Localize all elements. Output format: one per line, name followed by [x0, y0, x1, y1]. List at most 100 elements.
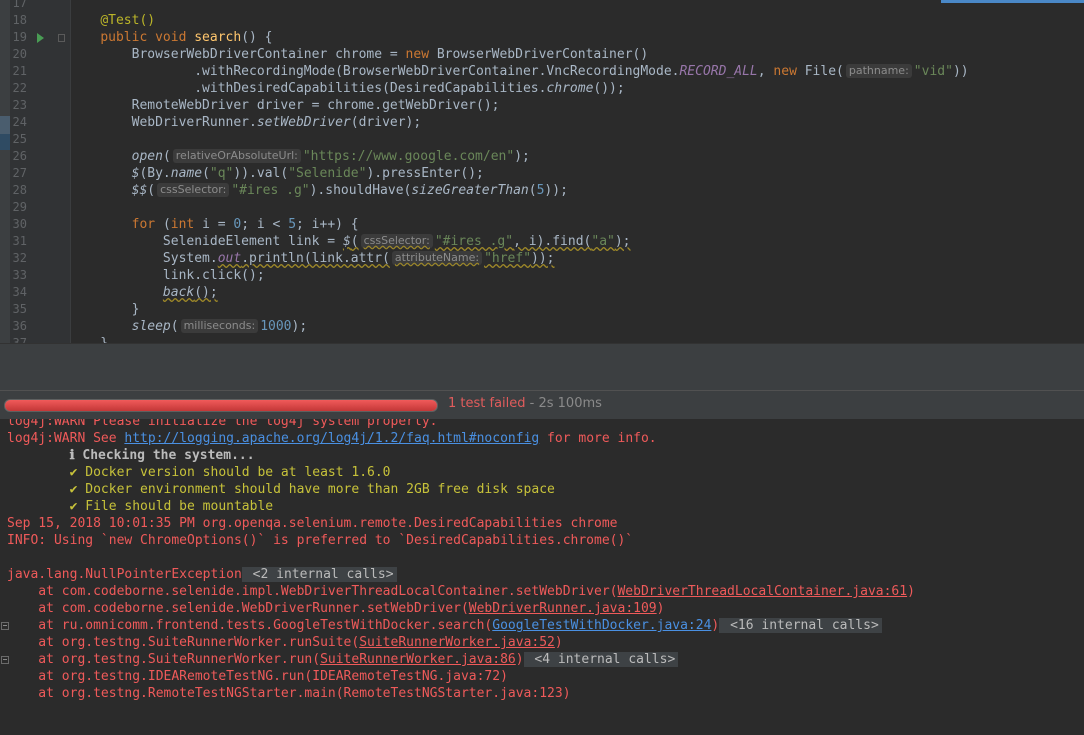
console-line: at org.testng.RemoteTestNGStarter.main(R…	[7, 685, 570, 702]
code-line[interactable]: 34 back();	[0, 284, 1084, 301]
code-line[interactable]: 20 BrowserWebDriverContainer chrome = ne…	[0, 46, 1084, 63]
stacktrace-link[interactable]: GoogleTestWithDocker.java:24	[492, 618, 711, 633]
internal-calls-chip[interactable]: <16 internal calls>	[719, 618, 882, 633]
line-number: 32	[12, 251, 27, 265]
code-line[interactable]: 18 @Test()	[0, 12, 1084, 29]
code-line[interactable]: 25	[0, 131, 1084, 148]
internal-calls-chip[interactable]: <4 internal calls>	[523, 652, 679, 667]
code-token: ());	[593, 81, 625, 96]
code-line[interactable]: 21 .withRecordingMode(BrowserWebDriverCo…	[0, 63, 1084, 80]
code-token: @Test()	[100, 13, 156, 28]
code-token: out	[217, 251, 242, 266]
console-text: at com.codeborne.selenide.impl.WebDriver…	[7, 584, 618, 599]
console-text: )	[907, 584, 915, 599]
code-token: BrowserWebDriverContainer()	[436, 47, 649, 62]
internal-calls-chip[interactable]: <2 internal calls>	[241, 567, 397, 582]
console-line: at org.testng.SuiteRunnerWorker.run(Suit…	[7, 651, 679, 668]
console-line: INFO: Using `new ChromeOptions()` is pre…	[7, 532, 633, 549]
code-line[interactable]: 27 $(By.name("q")).val("Selenide").press…	[0, 165, 1084, 182]
code-line[interactable]: 24 WebDriverRunner.setWebDriver(driver);	[0, 114, 1084, 131]
code-token: $	[342, 234, 351, 249]
stacktrace-link[interactable]: http://logging.apache.org/log4j/1.2/faq.…	[124, 431, 539, 446]
code-line[interactable]: 19 public void search() {	[0, 29, 1084, 46]
code-line[interactable]: 29	[0, 199, 1084, 216]
panel-splitter[interactable]	[0, 343, 1084, 391]
code-text: $(By.name("q")).val("Selenide").pressEnt…	[69, 165, 484, 182]
run-test-icon[interactable]	[37, 33, 44, 43]
code-text: WebDriverRunner.setWebDriver(driver);	[69, 114, 422, 131]
code-token: RECORD_ALL	[679, 64, 758, 79]
line-number: 35	[12, 302, 27, 316]
code-text: link.click();	[69, 267, 265, 284]
code-token: int	[170, 217, 203, 232]
code-token: for	[131, 217, 163, 232]
code-text: .withRecordingMode(BrowserWebDriverConta…	[69, 63, 969, 80]
code-line[interactable]: 23 RemoteWebDriver driver = chrome.getWe…	[0, 97, 1084, 114]
code-editor[interactable]: 17 18 @Test() 19 public void search() {20 …	[0, 0, 1084, 343]
test-progress-fill	[5, 400, 437, 411]
console-line: ✔ Docker environment should have more th…	[7, 481, 555, 498]
code-line[interactable]: 31 SelenideElement link = $(cssSelector:…	[0, 233, 1084, 250]
code-token: BrowserWebDriverContainer chrome =	[69, 47, 406, 62]
line-number: 17	[12, 0, 27, 10]
console-text: at org.testng.IDEARemoteTestNG.run(IDEAR…	[7, 669, 508, 684]
console-text: log4j:WARN Please initialize the log4j s…	[7, 419, 438, 429]
code-token: "https://www.google.com/en"	[302, 149, 515, 164]
code-token: (	[528, 183, 537, 198]
line-number: 36	[12, 319, 27, 333]
console-line: at org.testng.SuiteRunnerWorker.runSuite…	[7, 634, 562, 651]
code-token: sleep	[131, 319, 171, 334]
line-number: 18	[12, 13, 27, 27]
code-line[interactable]: 36 sleep(milliseconds: 1000);	[0, 318, 1084, 335]
code-token: (	[202, 166, 210, 181]
code-line[interactable]: 26 open(relativeOrAbsoluteUrl: "https://w…	[0, 148, 1084, 165]
line-number: 21	[12, 64, 27, 78]
code-text: sleep(milliseconds: 1000);	[69, 318, 307, 335]
line-number: 22	[12, 81, 27, 95]
console-line: ℹ Checking the system...	[7, 447, 255, 464]
code-line[interactable]: 28 $$(cssSelector: "#ires .g").shouldHave…	[0, 182, 1084, 199]
code-token: ));	[531, 251, 555, 266]
console-text: java.lang.NullPointerException	[7, 567, 242, 582]
code-text: System.out.println(link.attr(attributeNa…	[69, 250, 555, 267]
code-token: "vid"	[913, 64, 953, 79]
fold-marker-icon[interactable]	[58, 34, 65, 42]
code-line[interactable]: 30 for (int i = 0; i < 5; i++) {	[0, 216, 1084, 233]
code-token: "Selenide"	[288, 166, 367, 181]
code-line[interactable]: 22 .withDesiredCapabilities(DesiredCapab…	[0, 80, 1084, 97]
code-token: WebDriverRunner.	[69, 115, 257, 130]
line-number: 23	[12, 98, 27, 112]
code-token: , i).find(	[513, 234, 592, 249]
code-token: );	[614, 234, 631, 249]
code-line[interactable]: 33 link.click();	[0, 267, 1084, 284]
console-line: at com.codeborne.selenide.impl.WebDriver…	[7, 583, 915, 600]
code-token: RemoteWebDriver driver = chrome.getWebDr…	[69, 98, 500, 113]
code-line[interactable]: 35 }	[0, 301, 1084, 318]
code-token: back	[162, 285, 195, 300]
stacktrace-link[interactable]: SuiteRunnerWorker.java:86	[320, 652, 516, 667]
code-text: $$(cssSelector: "#ires .g").shouldHave(si…	[69, 182, 568, 199]
code-line[interactable]: 32 System.out.println(link.attr(attribut…	[0, 250, 1084, 267]
parameter-hint: relativeOrAbsoluteUrl:	[172, 149, 301, 163]
console-text: ✔ Docker environment should have more th…	[7, 482, 555, 497]
code-text: back();	[69, 284, 218, 301]
stacktrace-link[interactable]: SuiteRunnerWorker.java:52	[359, 635, 555, 650]
stacktrace-link[interactable]: WebDriverThreadLocalContainer.java:61	[617, 584, 907, 599]
code-token: (	[162, 149, 171, 164]
parameter-hint: pathname:	[845, 64, 912, 78]
stacktrace-link[interactable]: WebDriverRunner.java:109	[469, 601, 657, 616]
console-text: at com.codeborne.selenide.WebDriverRunne…	[7, 601, 469, 616]
code-text: SelenideElement link = $(cssSelector: "#i…	[69, 233, 631, 250]
code-text: RemoteWebDriver driver = chrome.getWebDr…	[69, 97, 500, 114]
code-line[interactable]: 17	[0, 0, 1084, 12]
console-text: Sep 15, 2018 10:01:35 PM org.openqa.sele…	[7, 516, 618, 531]
console-text: for more info.	[539, 431, 657, 446]
code-token: $$	[131, 183, 148, 198]
code-text: public void search() {	[69, 29, 272, 46]
code-token: ).pressEnter();	[366, 166, 484, 181]
run-console[interactable]: log4j:WARN Please initialize the log4j s…	[0, 419, 1084, 735]
code-line[interactable]: 37 }	[0, 335, 1084, 343]
